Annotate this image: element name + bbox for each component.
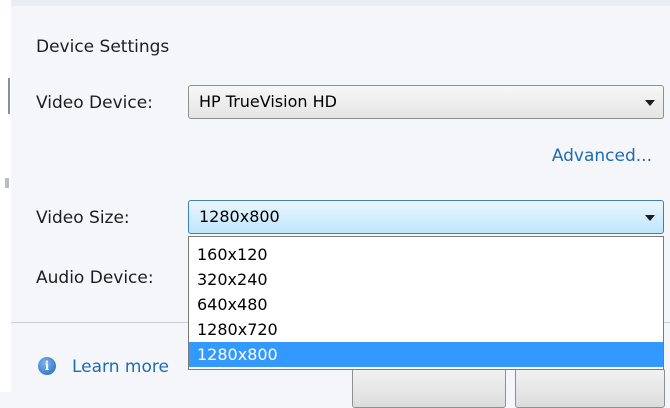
video-size-dropdown-list: 160x120 320x240 640x480 1280x720 1280x80…	[188, 236, 664, 370]
footer-button-2[interactable]	[515, 368, 665, 408]
footer-button-1[interactable]	[352, 368, 506, 408]
info-icon: i	[38, 357, 56, 375]
video-size-option-1280x720[interactable]: 1280x720	[189, 317, 663, 342]
advanced-link[interactable]: Advanced...	[552, 146, 652, 166]
chevron-down-icon[interactable]	[645, 100, 655, 106]
learn-more-link[interactable]: Learn more	[72, 357, 169, 377]
video-device-label: Video Device:	[36, 93, 153, 113]
window-left-edge	[0, 0, 11, 392]
section-title: Device Settings	[36, 37, 170, 57]
video-size-label: Video Size:	[36, 208, 130, 228]
window-edge-tick	[5, 178, 9, 188]
video-device-select[interactable]: HP TrueVision HD	[188, 85, 664, 119]
chevron-down-icon[interactable]	[645, 215, 655, 221]
window-edge-marker	[8, 78, 10, 114]
video-size-value: 1280x800	[199, 207, 280, 226]
video-size-option-160x120[interactable]: 160x120	[189, 242, 663, 267]
video-size-option-320x240[interactable]: 320x240	[189, 267, 663, 292]
video-size-option-1280x800[interactable]: 1280x800	[189, 342, 663, 367]
video-device-value: HP TrueVision HD	[199, 92, 337, 111]
audio-device-label: Audio Device:	[36, 268, 154, 288]
video-size-select[interactable]: 1280x800	[188, 200, 664, 234]
video-size-option-640x480[interactable]: 640x480	[189, 292, 663, 317]
top-band	[11, 0, 670, 6]
